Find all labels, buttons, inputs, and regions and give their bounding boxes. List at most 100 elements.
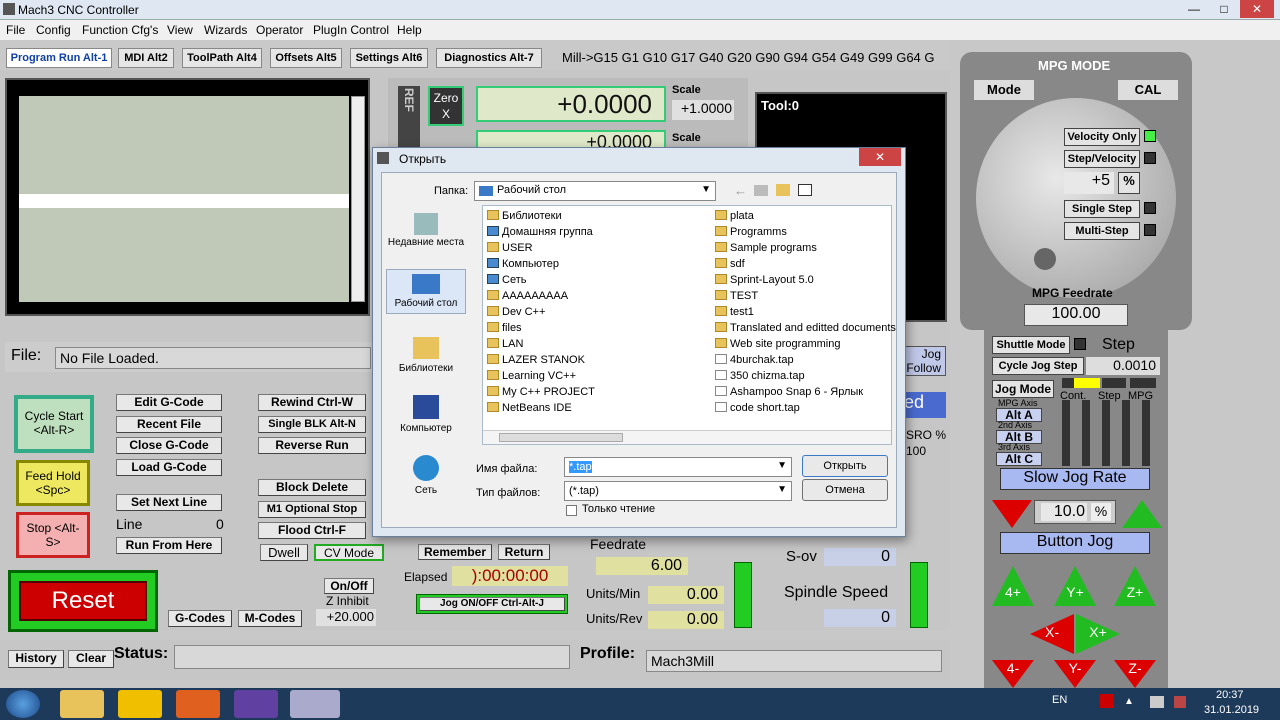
step-velocity-button[interactable]: Step/Velocity [1064,150,1140,168]
file-item[interactable]: 350 chizma.tap [715,370,805,382]
run-from-here-button[interactable]: Run From Here [116,537,222,554]
tab-offsets[interactable]: Offsets Alt5 [270,48,342,68]
explorer-icon[interactable] [60,690,104,718]
mpg-step-value[interactable]: +5 [1064,172,1114,194]
remember-button[interactable]: Remember [418,544,492,560]
mpg-percent-button[interactable]: % [1118,172,1140,194]
file-item[interactable]: Домашняя группа [487,226,593,238]
file-item[interactable]: Библиотеки [487,210,562,222]
mail-icon[interactable] [118,690,162,718]
file-item[interactable]: Dev C++ [487,306,545,318]
file-item[interactable]: LAZER STANOK [487,354,585,366]
history-button[interactable]: History [8,650,64,668]
single-step-button[interactable]: Single Step [1064,200,1140,218]
m-codes-button[interactable]: M-Codes [238,610,302,627]
multi-step-button[interactable]: Multi-Step [1064,222,1140,240]
reverse-run-button[interactable]: Reverse Run [258,437,366,454]
place-desktop[interactable]: Рабочий стол [386,269,466,314]
flood-button[interactable]: Flood Ctrl-F [258,522,366,539]
load-gcode-button[interactable]: Load G-Code [116,459,222,476]
tab-diagnostics[interactable]: Diagnostics Alt-7 [436,48,542,68]
file-item[interactable]: AAAAAAAAA [487,290,568,302]
file-item[interactable]: USER [487,242,533,254]
edit-gcode-button[interactable]: Edit G-Code [116,394,222,411]
tab-settings[interactable]: Settings Alt6 [350,48,428,68]
cycle-jog-step-button[interactable]: Cycle Jog Step [992,357,1084,375]
file-item[interactable]: Learning VC++ [487,370,576,382]
line-value[interactable]: 0 [216,516,224,532]
visual-studio-icon[interactable] [234,690,278,718]
z-inhibit-value[interactable]: +20.000 [316,609,376,626]
tab-program-run[interactable]: Program Run Alt-1 [6,48,112,68]
file-item[interactable]: My C++ PROJECT [487,386,595,398]
cycle-start-button[interactable]: Cycle Start <Alt-R> [14,395,94,453]
alt-c-button[interactable]: Alt C [996,452,1042,466]
menu-view[interactable]: View [167,23,193,37]
minimize-icon[interactable]: — [1180,0,1208,18]
mach3-taskbar-icon[interactable] [290,690,340,718]
x-dro[interactable]: +0.0000 [476,86,666,122]
file-item[interactable]: Сеть [487,274,526,286]
pdf-tray-icon[interactable] [1100,694,1114,708]
file-item[interactable]: Translated and editted documents [715,322,896,334]
file-list-hscrollbar[interactable] [483,430,891,444]
maximize-icon[interactable]: □ [1210,0,1238,18]
dwell-button[interactable]: Dwell [260,544,308,561]
file-item[interactable]: Sprint-Layout 5.0 [715,274,814,286]
scale-value[interactable]: +1.0000 [672,100,734,120]
language-indicator[interactable]: EN [1052,694,1067,706]
tab-toolpath[interactable]: ToolPath Alt4 [182,48,262,68]
clock-time[interactable]: 20:37 [1216,689,1244,701]
jog-follow-button[interactable]: Jog Follow [904,346,946,376]
shuttle-mode-button[interactable]: Shuttle Mode [992,336,1070,354]
jog-mode-button[interactable]: Jog Mode [992,380,1054,398]
set-next-line-button[interactable]: Set Next Line [116,494,222,511]
recent-file-button[interactable]: Recent File [116,416,222,433]
mpg-mode-button[interactable]: Mode [974,80,1034,100]
file-item[interactable]: TEST [715,290,758,302]
file-item[interactable]: test1 [715,306,754,318]
velocity-only-button[interactable]: Velocity Only [1064,128,1140,146]
feed-hold-button[interactable]: Feed Hold <Spc> [16,460,90,506]
file-item[interactable]: Web site programming [715,338,840,350]
file-item[interactable]: files [487,322,522,334]
jog-rate-down-icon[interactable] [992,500,1032,528]
menu-function-cfgs[interactable]: Function Cfg's [82,23,158,37]
g-codes-button[interactable]: G-Codes [168,610,232,627]
open-button[interactable]: Открыть [802,455,888,477]
filename-input[interactable]: *.tap ▼ [564,457,792,477]
menu-help[interactable]: Help [397,23,422,37]
cancel-button[interactable]: Отмена [802,479,888,501]
dialog-close-icon[interactable]: ✕ [859,148,901,166]
single-blk-button[interactable]: Single BLK Alt-N [258,416,366,433]
stop-button[interactable]: Stop <Alt-S> [16,512,90,558]
return-button[interactable]: Return [498,544,550,560]
cv-mode-button[interactable]: CV Mode [314,544,384,561]
zero-x-button[interactable]: Zero X [428,86,464,126]
volume-icon[interactable] [1174,696,1186,708]
file-item[interactable]: Programms [715,226,787,238]
hscroll-thumb[interactable] [499,433,623,442]
file-item[interactable]: LAN [487,338,523,350]
tab-mdi[interactable]: MDI Alt2 [118,48,174,68]
jog-onoff-button[interactable]: Jog ON/OFF Ctrl-Alt-J [419,597,565,611]
look-in-select[interactable]: Рабочий стол ▼ [474,181,716,201]
file-item[interactable]: Компьютер [487,258,559,270]
file-item[interactable]: code short.tap [715,402,800,414]
z-inhibit-onoff-button[interactable]: On/Off [324,578,374,594]
network-tray-icon[interactable] [1150,696,1164,708]
menu-config[interactable]: Config [36,23,71,37]
readonly-checkbox[interactable] [566,505,577,516]
firefox-icon[interactable] [176,690,220,718]
clock-date[interactable]: 31.01.2019 [1204,704,1259,716]
file-item[interactable]: Ashampoo Snap 6 - Ярлык [715,386,863,398]
axis-select-grid[interactable] [1062,400,1158,466]
rewind-button[interactable]: Rewind Ctrl-W [258,394,366,411]
place-libraries[interactable]: Библиотеки [386,337,466,374]
jog-rate-up-icon[interactable] [1122,500,1162,528]
file-item[interactable]: NetBeans IDE [487,402,572,414]
block-delete-button[interactable]: Block Delete [258,479,366,496]
place-network[interactable]: Сеть [386,455,466,496]
menu-file[interactable]: File [6,23,25,37]
gcode-scrollbar[interactable] [351,96,365,302]
